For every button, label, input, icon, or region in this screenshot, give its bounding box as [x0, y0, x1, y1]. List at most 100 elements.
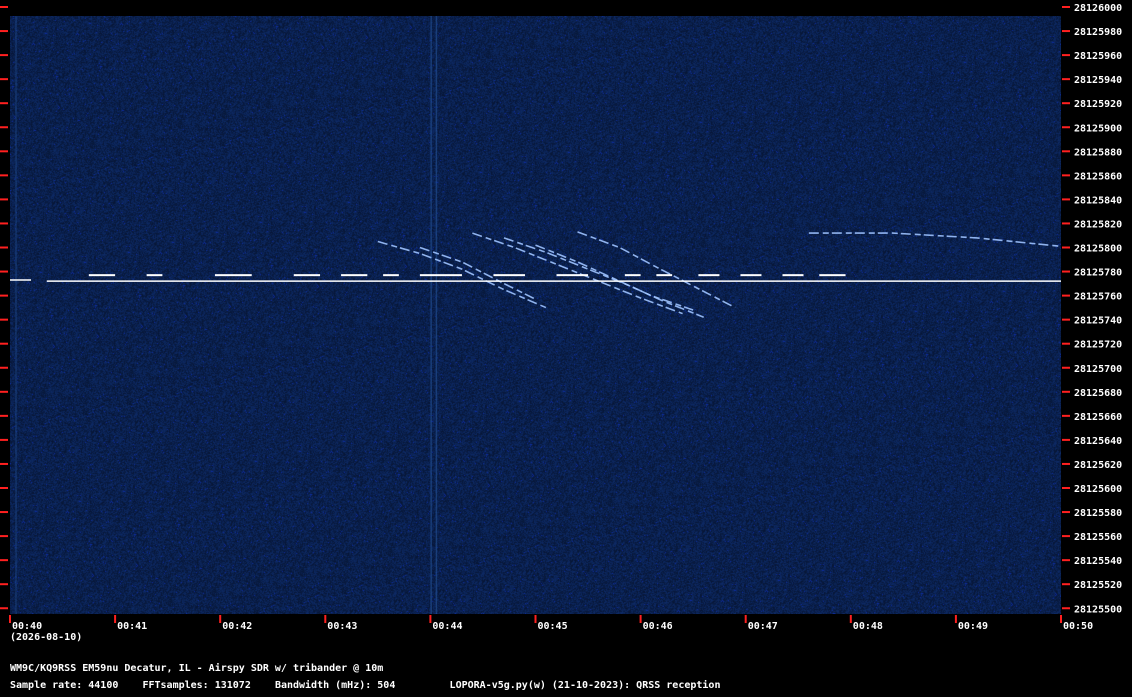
right-tick [1062, 198, 1070, 201]
carrier-key-segment [214, 274, 252, 277]
x-tick [429, 615, 432, 623]
x-tick [219, 615, 222, 623]
y-tick-label: 28125760 [1074, 292, 1122, 303]
left-tick [0, 462, 8, 465]
left-tick [0, 535, 8, 538]
y-tick-label: 28125660 [1074, 412, 1122, 423]
x-tick-label: 00:45 [538, 621, 568, 632]
carrier-key-segment [656, 274, 673, 277]
x-tick [1060, 615, 1062, 623]
left-tick [0, 414, 8, 417]
right-tick [1062, 511, 1070, 514]
carrier-key-segment [819, 274, 846, 277]
y-tick-label: 28125840 [1074, 195, 1122, 206]
left-tick [0, 487, 8, 489]
vertical-streak [15, 16, 17, 614]
y-tick-label: 28126000 [1074, 3, 1122, 14]
left-tick [0, 54, 8, 57]
x-tick [639, 615, 642, 623]
right-tick [1062, 487, 1070, 489]
doppler-trace [808, 232, 1062, 248]
carrier-key-segment [419, 274, 462, 277]
right-tick [1062, 583, 1070, 586]
carrier-key-segment [624, 274, 641, 277]
y-tick-label: 28125700 [1074, 364, 1122, 375]
y-tick-label: 28125960 [1074, 51, 1122, 62]
y-tick-label: 28125940 [1074, 75, 1122, 86]
y-tick-label: 28125820 [1074, 219, 1122, 230]
left-tick [0, 438, 8, 441]
x-tick [9, 615, 11, 623]
software-version: LOPORA-v5g.py(w) (21-10-2023): QRSS rece… [449, 680, 721, 691]
left-tick [0, 270, 8, 273]
fft-samples: FFTsamples: 131072 [142, 680, 251, 691]
x-tick-label: 00:47 [748, 621, 778, 632]
vertical-streaks [15, 16, 438, 614]
y-tick-label: 28125640 [1074, 436, 1122, 447]
vertical-streak [430, 16, 432, 614]
bandwidth: Bandwidth (mHz): 504 [274, 680, 396, 691]
left-tick [0, 390, 8, 393]
y-tick-label: 28125980 [1074, 27, 1122, 38]
left-tick [0, 511, 8, 514]
y-tick-label: 28125600 [1074, 484, 1122, 495]
left-tick [0, 150, 8, 153]
right-tick [1062, 559, 1070, 562]
sample-rate: Sample rate: 44100 [10, 680, 119, 691]
carrier-key-segment [293, 274, 321, 277]
left-tick-marks [0, 6, 8, 610]
x-tick-label: 00:50 [1063, 621, 1093, 632]
right-tick [1062, 294, 1070, 297]
right-tick [1062, 607, 1070, 610]
y-tick-label: 28125680 [1074, 388, 1122, 399]
x-tick [324, 615, 327, 623]
x-tick-label: 00:48 [853, 621, 883, 632]
right-tick [1062, 246, 1070, 249]
doppler-trace [419, 246, 536, 300]
carrier-key-segment [698, 274, 720, 277]
carrier-key-segment [556, 274, 589, 277]
y-tick-label: 28125500 [1074, 604, 1122, 615]
carrier-key-segment [740, 274, 762, 277]
left-tick [0, 78, 8, 81]
y-tick-label: 28125900 [1074, 123, 1122, 134]
right-tick [1062, 150, 1070, 153]
bottom-time-axis: 00:40 00:41 00:42 00:43 00:44 00:45 00:46 00:47… [9, 615, 1093, 632]
y-tick-label: 28125540 [1074, 556, 1122, 567]
left-tick [0, 174, 8, 177]
y-tick-label: 28125880 [1074, 147, 1122, 158]
carrier-key-segment [341, 274, 368, 277]
doppler-trace [535, 244, 694, 311]
left-tick [0, 559, 8, 562]
left-tick [0, 366, 8, 369]
x-tick-label: 00:46 [643, 621, 673, 632]
x-tick-label: 00:42 [222, 621, 252, 632]
waterfall-chart: 28126000 28125980 28125960 28125940 28125920… [0, 3, 1122, 632]
carrier-key-segment [782, 274, 804, 277]
right-frequency-axis: 28126000 28125980 28125960 28125940 28125920… [1062, 3, 1122, 615]
vertical-streak [435, 16, 438, 614]
left-tick [0, 102, 8, 105]
left-tick [0, 342, 8, 345]
y-tick-label: 28125620 [1074, 460, 1122, 471]
right-tick [1062, 342, 1070, 345]
left-tick [0, 126, 8, 129]
reception-parameters: Sample rate: 44100 FFTsamples: 131072 Ba… [10, 680, 720, 691]
y-tick-label: 28125580 [1074, 508, 1122, 519]
right-tick [1062, 54, 1070, 57]
y-tick-label: 28125920 [1074, 99, 1122, 110]
x-tick [849, 615, 852, 623]
right-tick [1062, 78, 1070, 81]
left-tick [0, 583, 8, 586]
y-tick-label: 28125560 [1074, 532, 1122, 543]
x-tick [114, 615, 117, 623]
x-tick-label: 00:49 [958, 621, 988, 632]
right-tick [1062, 6, 1070, 8]
right-tick [1062, 126, 1070, 129]
right-tick [1062, 366, 1070, 369]
right-tick [1062, 30, 1070, 33]
doppler-trace [503, 237, 704, 318]
date-label: (2026-08-10) [10, 632, 83, 643]
x-tick-label: 00:41 [117, 621, 147, 632]
left-tick [0, 318, 8, 321]
